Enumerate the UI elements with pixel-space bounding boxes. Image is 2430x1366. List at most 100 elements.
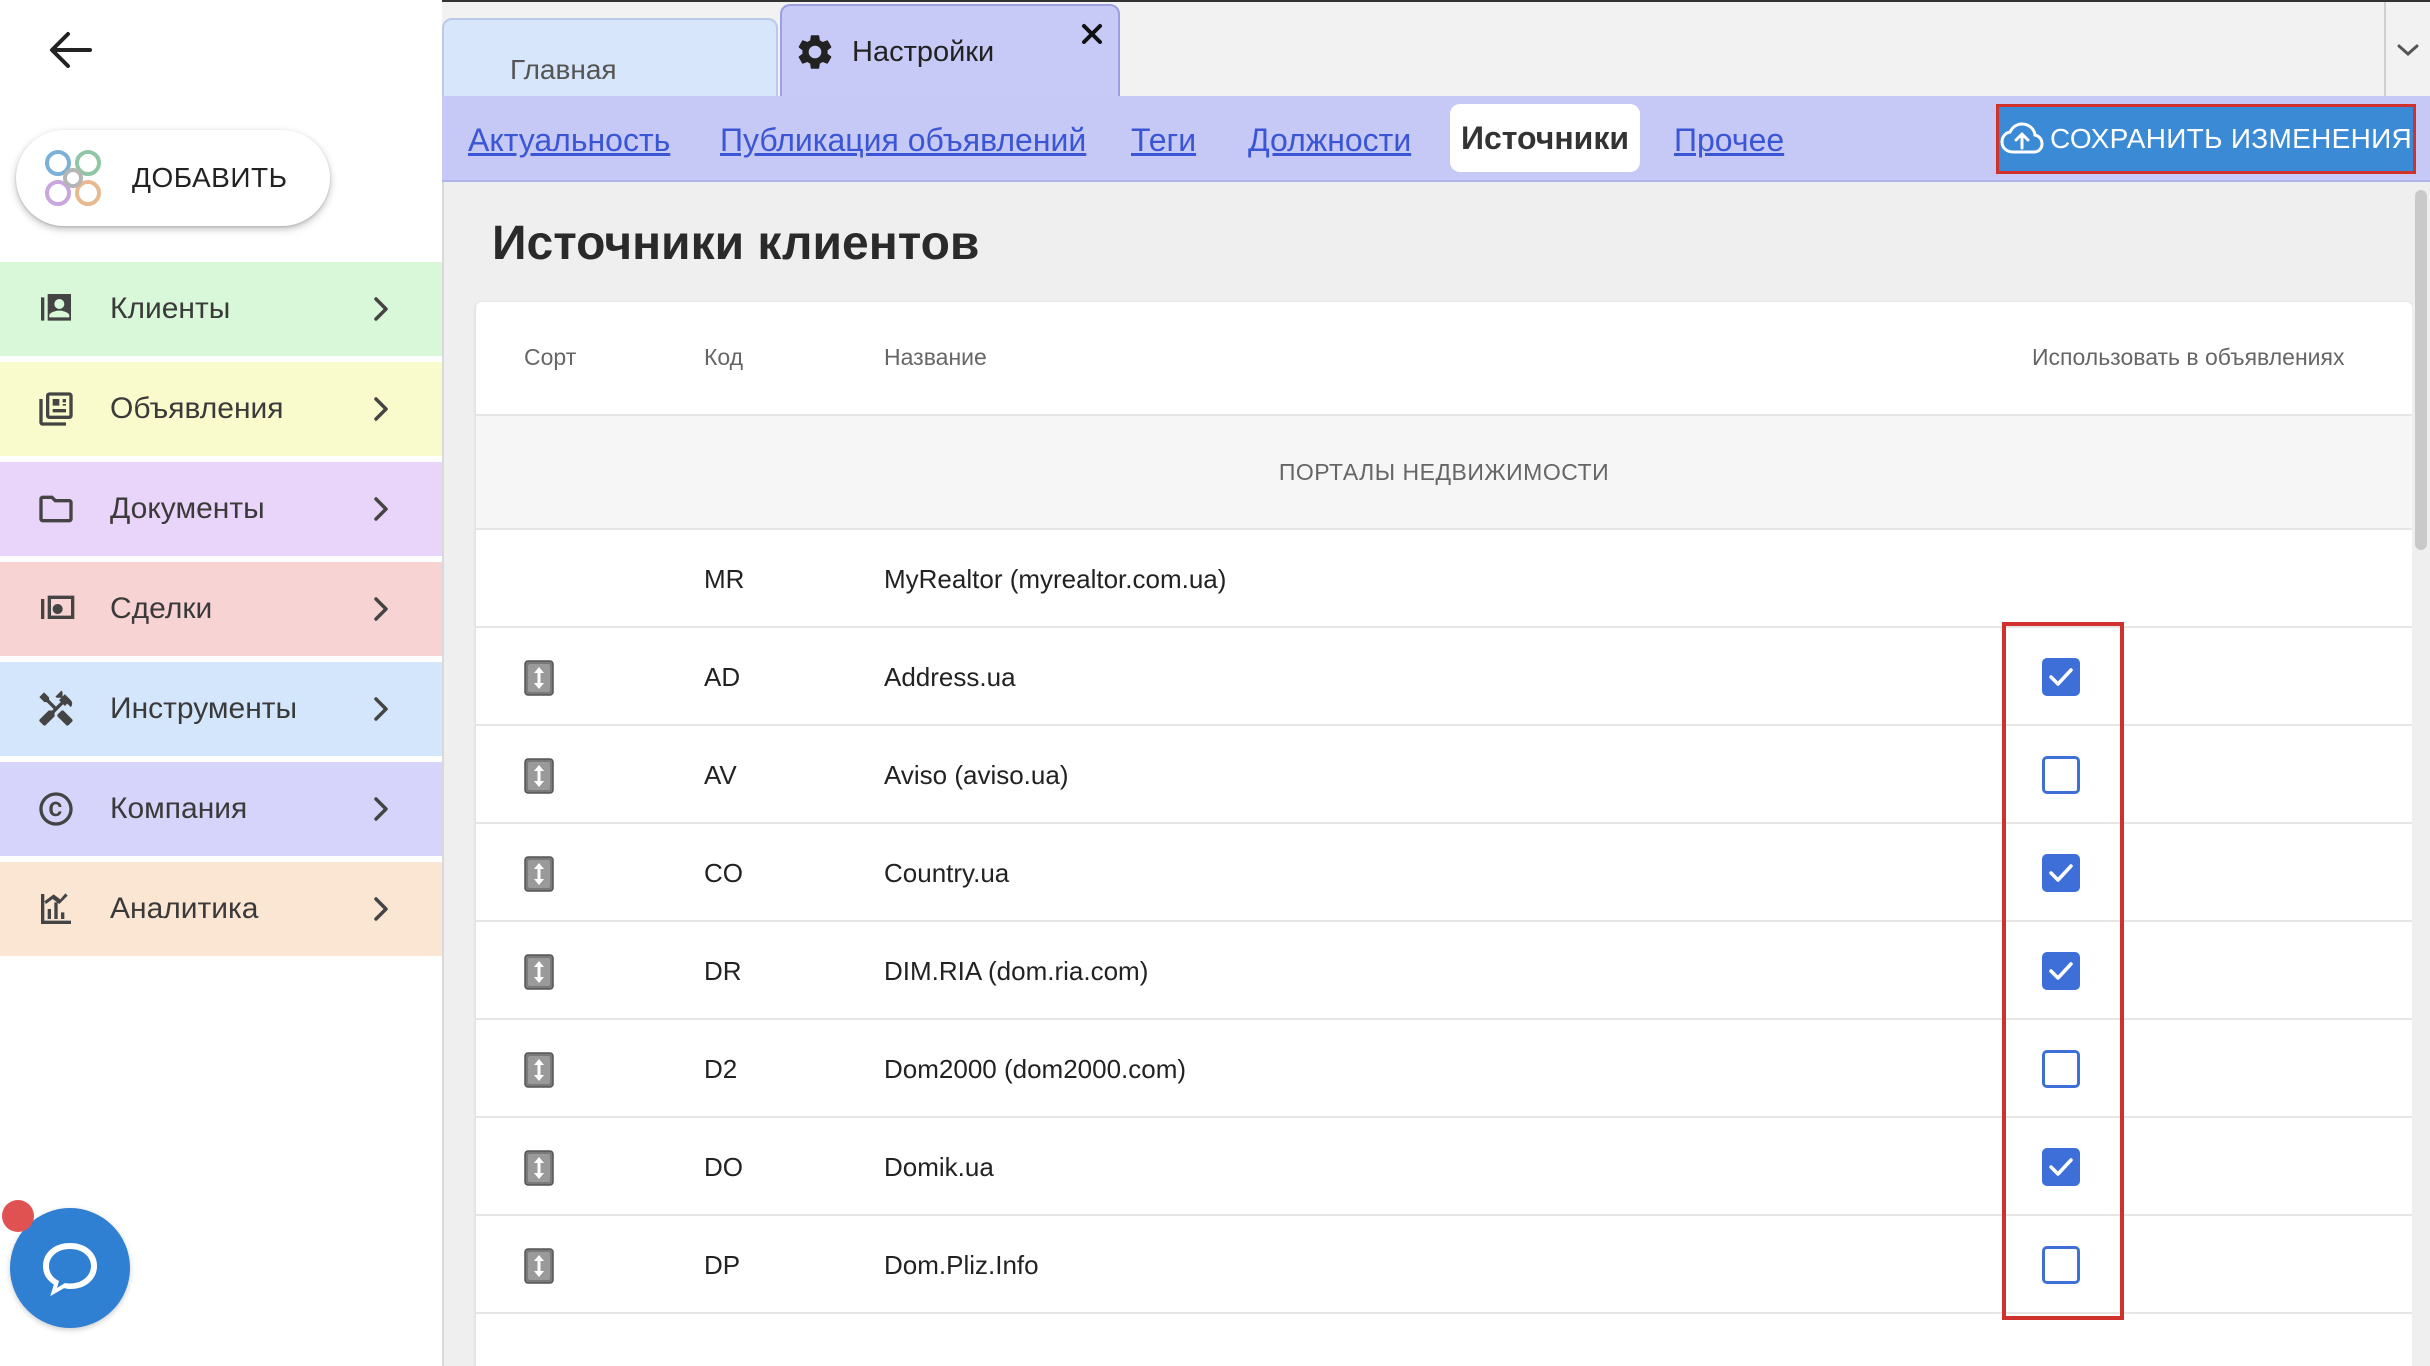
header-code: Код [704, 344, 744, 370]
add-logo-icon [45, 150, 101, 206]
drag-handle-icon[interactable] [524, 856, 554, 892]
drag-handle-icon[interactable] [524, 1248, 554, 1284]
tabs-dropdown-button[interactable] [2384, 2, 2430, 98]
use-in-listings-checkbox[interactable] [2042, 1246, 2080, 1284]
use-in-listings-checkbox[interactable] [2042, 756, 2080, 794]
cell-code: DO [704, 1152, 743, 1182]
main-content: Источники клиентов Сорт Код Название Исп… [442, 182, 2430, 1366]
cell-code: DR [704, 956, 742, 986]
close-icon [1082, 24, 1102, 44]
listing-icon [34, 387, 78, 431]
drag-handle-icon[interactable] [524, 954, 554, 990]
use-in-listings-checkbox[interactable] [2042, 1148, 2080, 1186]
sidebar: ДОБАВИТЬ Клиенты Объявления Документы Сделк… [0, 0, 442, 1366]
sidebar-item-label: Аналитика [110, 892, 259, 925]
arrow-left-icon [50, 32, 92, 68]
money-icon [34, 587, 78, 631]
sidebar-item-label: Инструменты [110, 692, 298, 725]
add-button[interactable]: ДОБАВИТЬ [16, 130, 330, 226]
header-use-in-listings: Использовать в объявлениях [2032, 344, 2345, 370]
group-row: ПОРТАЛЫ НЕДВИЖИМОСТИ [476, 416, 2412, 530]
subnav-link-publication[interactable]: Публикация объявлений [720, 114, 1086, 166]
settings-subnav: Актуальность Публикация объявлений Теги … [442, 96, 2430, 182]
contacts-icon [34, 287, 78, 331]
tab-home-label: Главная [510, 54, 617, 85]
folder-icon [34, 487, 78, 531]
sidebar-item-listings[interactable]: Объявления [0, 362, 442, 458]
tab-settings-label: Настройки [852, 35, 995, 68]
subnav-link-tags[interactable]: Теги [1131, 114, 1196, 166]
chevron-right-icon [374, 697, 388, 721]
table-row: CO Country.ua [476, 824, 2412, 922]
table-row: DP Dom.Pliz.Info [476, 1216, 2412, 1314]
subnav-link-positions[interactable]: Должности [1248, 114, 1411, 166]
cell-name: DIM.RIA (dom.ria.com) [884, 956, 1149, 986]
chevron-down-icon [2397, 44, 2419, 57]
sidebar-item-label: Сделки [110, 592, 213, 625]
cell-code: DP [704, 1250, 741, 1280]
cell-name: Dom.Pliz.Info [884, 1250, 1039, 1280]
cell-code: AV [704, 760, 737, 790]
drag-handle-icon[interactable] [524, 660, 554, 696]
drag-handle-icon[interactable] [524, 1052, 554, 1088]
tab-home[interactable]: Главная [442, 18, 778, 98]
tab-close-button[interactable] [1078, 20, 1106, 48]
cell-name: Domik.ua [884, 1152, 994, 1182]
table-row: MR MyRealtor (myrealtor.com.ua) [476, 530, 2412, 628]
checkmark-icon [2049, 962, 2073, 980]
cell-code: AD [704, 662, 741, 692]
sidebar-item-label: Клиенты [110, 292, 231, 325]
sidebar-item-clients[interactable]: Клиенты [0, 262, 442, 358]
copyright-icon [34, 787, 78, 831]
sidebar-item-analytics[interactable]: Аналитика [0, 862, 442, 958]
cell-code: D2 [704, 1054, 738, 1084]
sidebar-item-company[interactable]: Компания [0, 762, 442, 858]
app-root: ДОБАВИТЬ Клиенты Объявления Документы Сделк… [0, 0, 2430, 1366]
cloud-upload-icon [2000, 122, 2044, 154]
header-name: Название [884, 344, 987, 370]
scrollbar-thumb[interactable] [2415, 190, 2427, 550]
subnav-tab-sources[interactable]: Источники [1450, 104, 1640, 172]
back-arrow-button[interactable] [42, 22, 98, 78]
use-in-listings-checkbox[interactable] [2042, 1050, 2080, 1088]
save-changes-button[interactable]: СОХРАНИТЬ ИЗМЕНЕНИЯ [1996, 104, 2416, 174]
cell-name: Dom2000 (dom2000.com) [884, 1054, 1187, 1084]
checkmark-icon [2049, 864, 2073, 882]
chevron-right-icon [374, 397, 388, 421]
sidebar-item-tools[interactable]: Инструменты [0, 662, 442, 758]
cell-code: CO [704, 858, 743, 888]
sidebar-item-label: Объявления [110, 392, 284, 425]
table-row: DR DIM.RIA (dom.ria.com) [476, 922, 2412, 1020]
subnav-link-relevance[interactable]: Актуальность [468, 114, 670, 166]
chevron-right-icon [374, 497, 388, 521]
cell-name: Address.ua [884, 662, 1016, 692]
cell-code: MR [704, 564, 745, 594]
subnav-link-other[interactable]: Прочее [1674, 114, 1784, 166]
sidebar-item-documents[interactable]: Документы [0, 462, 442, 558]
tab-bar: Главная Настройки [442, 0, 2430, 98]
chevron-right-icon [374, 297, 388, 321]
tab-settings[interactable]: Настройки [780, 4, 1120, 98]
table-row: D2 Dom2000 (dom2000.com) [476, 1020, 2412, 1118]
sidebar-item-label: Компания [110, 792, 248, 825]
cell-name: Country.ua [884, 858, 1010, 888]
save-changes-label: СОХРАНИТЬ ИЗМЕНЕНИЯ [2049, 123, 2413, 154]
add-button-label: ДОБАВИТЬ [132, 162, 288, 193]
chevron-right-icon [374, 597, 388, 621]
drag-handle-icon[interactable] [524, 758, 554, 794]
chevron-right-icon [374, 897, 388, 921]
checkmark-icon [2049, 1158, 2073, 1176]
drag-handle-icon[interactable] [524, 1150, 554, 1186]
use-in-listings-checkbox[interactable] [2042, 952, 2080, 990]
scrollbar[interactable] [2412, 182, 2430, 1366]
gear-icon [798, 35, 832, 69]
sidebar-item-deals[interactable]: Сделки [0, 562, 442, 658]
use-in-listings-checkbox[interactable] [2042, 854, 2080, 892]
sources-table: Сорт Код Название Использовать в объявле… [476, 302, 2412, 1366]
analytics-icon [34, 887, 78, 931]
checkmark-icon [2049, 668, 2073, 686]
group-title: ПОРТАЛЫ НЕДВИЖИМОСТИ [1278, 458, 1610, 485]
sidebar-item-label: Документы [110, 492, 265, 525]
notification-dot [2, 1200, 34, 1232]
use-in-listings-checkbox[interactable] [2042, 658, 2080, 696]
